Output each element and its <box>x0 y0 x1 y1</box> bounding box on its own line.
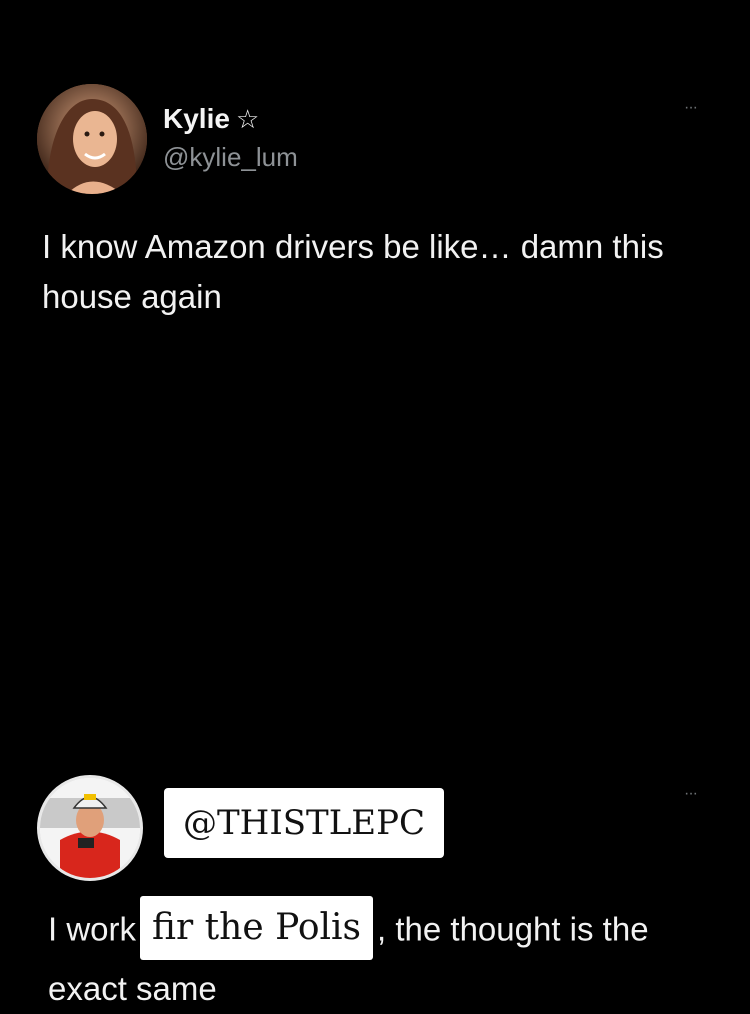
more-options-icon[interactable]: ··· <box>684 786 698 802</box>
more-options-icon[interactable]: ··· <box>684 100 698 116</box>
star-icon: ☆ <box>235 104 260 134</box>
text-before: I work <box>48 910 137 948</box>
tweet-text: I work fir the Polis, the thought is the … <box>48 896 728 1014</box>
author-name[interactable]: Kylie ☆ <box>163 103 259 135</box>
avatar-reply-image <box>40 778 140 878</box>
avatar-reply[interactable] <box>37 775 143 881</box>
handle-overlay-sticker: @THISTLEPC <box>164 788 444 858</box>
tweet-text: I know Amazon drivers be like… damn this… <box>42 228 664 315</box>
avatar-kylie-image <box>37 84 147 194</box>
tweet-reply[interactable]: @THISTLEPC ··· I work fir the Polis, the … <box>0 370 750 1007</box>
author-handle[interactable]: @kylie_lum <box>163 142 298 173</box>
text-overlay-sticker: fir the Polis <box>140 896 374 960</box>
tweet-kylie[interactable]: Kylie ☆ @kylie_lum ··· I know Amazon driv… <box>0 0 750 370</box>
avatar-kylie[interactable] <box>37 84 147 194</box>
author-name-text[interactable]: Kylie <box>163 103 230 134</box>
